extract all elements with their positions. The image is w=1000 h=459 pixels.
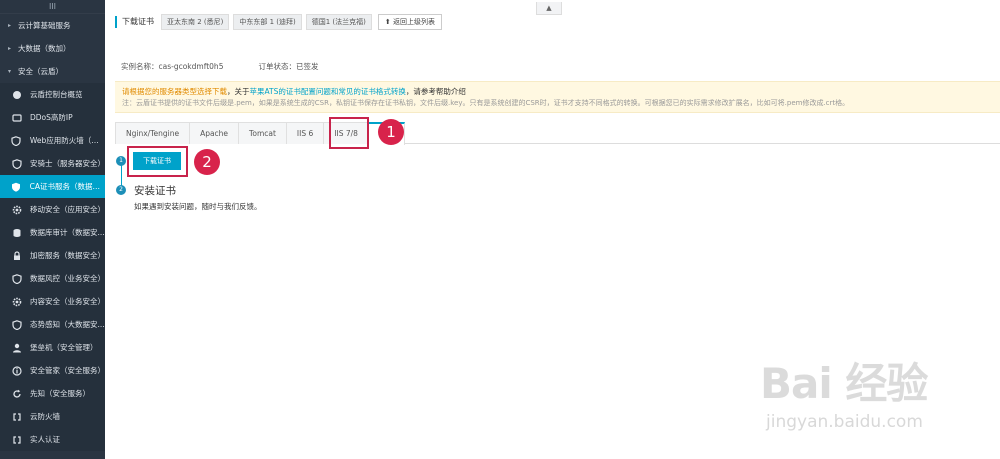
- highlight-box-download: [127, 146, 188, 177]
- region-button-sydney[interactable]: 亚太东南 2 (悉尼): [161, 14, 230, 30]
- collapse-header-button[interactable]: ▲: [536, 2, 562, 15]
- shield-icon: [10, 158, 23, 169]
- link-icon: [10, 412, 23, 422]
- watermark-url: jingyan.baidu.com: [766, 412, 923, 432]
- sidebar-item[interactable]: 先知（安全服务）: [0, 382, 105, 405]
- sidebar-item-label: 实人认证: [30, 435, 60, 444]
- sidebar-item[interactable]: ▾ 安全（云盾）: [0, 60, 105, 83]
- sidebar-item[interactable]: 数据库审计（数据安...: [0, 221, 105, 244]
- sidebar-item-label: 云计算基础服务: [18, 21, 71, 30]
- step-2-marker: 2: [116, 185, 126, 195]
- breadcrumb: 下载证书 亚太东南 2 (悉尼) 中东东部 1 (迪拜) 德国1 (法兰克福) …: [115, 14, 442, 30]
- refresh-icon: [10, 389, 23, 399]
- sidebar-item[interactable]: 内容安全（业务安全）: [0, 290, 105, 313]
- sidebar-item[interactable]: 态势感知（大数据安...: [0, 313, 105, 336]
- sidebar-item-label: 数据库审计（数据安...: [30, 228, 105, 237]
- tab-tomcat[interactable]: Tomcat: [238, 122, 287, 144]
- tab-iis6[interactable]: IIS 6: [285, 122, 325, 144]
- notice-mid: ，关于: [227, 87, 250, 96]
- install-certificate-title: 安装证书: [134, 185, 176, 197]
- order-status: 订单状态：已签发: [258, 62, 319, 71]
- lock-icon: [10, 250, 23, 261]
- sidebar-item[interactable]: 加密服务（数据安全）: [0, 244, 105, 267]
- sidebar-item[interactable]: Web应用防火墙（网...: [0, 129, 105, 152]
- database-icon: [10, 228, 23, 238]
- sidebar-item[interactable]: ▸ 云计算基础服务: [0, 14, 105, 37]
- chevron-right-icon: ▸: [8, 22, 12, 29]
- tab-nginx[interactable]: Nginx/Tengine: [115, 122, 191, 144]
- chevron-right-icon: ▸: [8, 45, 12, 52]
- chevron-down-icon: ▾: [8, 68, 12, 75]
- gear-icon: [10, 297, 23, 307]
- sidebar-item-label: 大数据（数加）: [18, 44, 71, 53]
- notice-line: 请根据您的服务器类型选择下载，关于苹果ATS的证书配置问题和常见的证书格式转换，…: [122, 86, 993, 97]
- sidebar-item-label: CA证书服务（数据安...: [29, 182, 105, 191]
- sidebar-item-label: 先知（安全服务）: [30, 389, 90, 398]
- annotation-badge-1: 1: [378, 119, 404, 145]
- instance-name: 实例名称：cas-gcokdmft0h5: [121, 62, 224, 71]
- highlight-box-tab: [329, 117, 369, 149]
- sidebar: III ▸ 云计算基础服务 ▸ 大数据（数加） ▾ 安全（云盾） 云盾控制台概览 DDoS高防…: [0, 0, 105, 459]
- link-icon: [10, 435, 23, 445]
- info-icon: [10, 365, 23, 376]
- install-certificate-desc: 如果遇到安装问题，随时与我们反馈。: [134, 202, 262, 211]
- notice-note: 注：云盾证书提供的证书文件后缀是.pem，如果是系统生成的CSR，私钥证书保存在…: [122, 99, 850, 107]
- dot-icon: [10, 90, 23, 100]
- sidebar-item-label: 内容安全（业务安全）: [30, 297, 105, 306]
- sidebar-item[interactable]: 安骑士（服务器安全）: [0, 152, 105, 175]
- sidebar-item-label: 安全管家（安全服务）: [30, 366, 105, 375]
- sidebar-item[interactable]: 堡垒机（安全管理）: [0, 336, 105, 359]
- sidebar-toggle[interactable]: III: [0, 0, 105, 14]
- notice-tail: ，请参考帮助介绍: [405, 87, 466, 96]
- sidebar-item-label: 数据风控（业务安全）: [30, 274, 105, 283]
- sidebar-item[interactable]: 数据风控（业务安全）: [0, 267, 105, 290]
- ddos-icon: [10, 113, 23, 123]
- sidebar-item-label: 加密服务（数据安全）: [30, 251, 105, 260]
- step-1-marker: 1: [116, 156, 126, 166]
- user-icon: [10, 343, 23, 353]
- sidebar-item-label: 移动安全（应用安全）: [30, 205, 105, 214]
- sidebar-item-label: 态势感知（大数据安...: [30, 320, 105, 329]
- shield-icon: [10, 273, 23, 284]
- annotation-badge-2: 2: [194, 149, 220, 175]
- baidu-watermark: Bai 经验 jingyan.baidu.com: [760, 350, 990, 450]
- certificate-icon: [10, 182, 23, 192]
- sidebar-item[interactable]: 安全管家（安全服务）: [0, 359, 105, 382]
- sidebar-item[interactable]: 实人认证: [0, 428, 105, 451]
- sidebar-item[interactable]: 云防火墙: [0, 405, 105, 428]
- baidu-logo: Bai 经验: [760, 359, 928, 408]
- sidebar-item-label: 云防火墙: [30, 412, 60, 421]
- sidebar-item[interactable]: DDoS高防IP: [0, 106, 105, 129]
- sidebar-item[interactable]: CA证书服务（数据安...: [0, 175, 105, 198]
- sidebar-item[interactable]: ▸ 大数据（数加）: [0, 37, 105, 60]
- sidebar-item-label: 堡垒机（安全管理）: [30, 343, 98, 352]
- sidebar-item-label: 云盾控制台概览: [30, 90, 83, 99]
- instance-info: 实例名称：cas-gcokdmft0h5 订单状态：已签发: [121, 61, 318, 72]
- shield-icon: [10, 135, 23, 146]
- shield-icon: [10, 319, 23, 330]
- sidebar-item-label: DDoS高防IP: [30, 113, 73, 122]
- sidebar-item[interactable]: 移动安全（应用安全）: [0, 198, 105, 221]
- sidebar-item-label: Web应用防火墙（网...: [29, 136, 105, 145]
- region-button-frankfurt[interactable]: 德国1 (法兰克福): [305, 14, 372, 30]
- notice-banner: 请根据您的服务器类型选择下载，关于苹果ATS的证书配置问题和常见的证书格式转换，…: [115, 81, 1000, 113]
- gear-icon: [10, 205, 23, 215]
- sidebar-item[interactable]: 云盾控制台概览: [0, 83, 105, 106]
- server-type-tabs: Nginx/Tengine Apache Tomcat IIS 6 IIS 7/…: [115, 122, 1000, 145]
- top-bar: ▲ 下载证书 亚太东南 2 (悉尼) 中东东部 1 (迪拜) 德国1 (法兰克福…: [105, 0, 1000, 46]
- notice-warning: 请根据您的服务器类型选择下载: [122, 87, 227, 96]
- sidebar-item-label: 安全（云盾）: [18, 67, 63, 76]
- back-to-list-button[interactable]: ⬆ 返回上级列表: [377, 14, 442, 30]
- sidebar-item-label: 安骑士（服务器安全）: [30, 159, 105, 168]
- sidebar-menu: ▸ 云计算基础服务 ▸ 大数据（数加） ▾ 安全（云盾） 云盾控制台概览 DDoS高防IP We…: [0, 14, 105, 451]
- region-button-dubai[interactable]: 中东东部 1 (迪拜): [233, 14, 302, 30]
- tab-apache[interactable]: Apache: [189, 122, 240, 144]
- notice-help-link[interactable]: 苹果ATS的证书配置问题和常见的证书格式转换: [250, 87, 406, 96]
- page-title: 下载证书: [115, 16, 154, 28]
